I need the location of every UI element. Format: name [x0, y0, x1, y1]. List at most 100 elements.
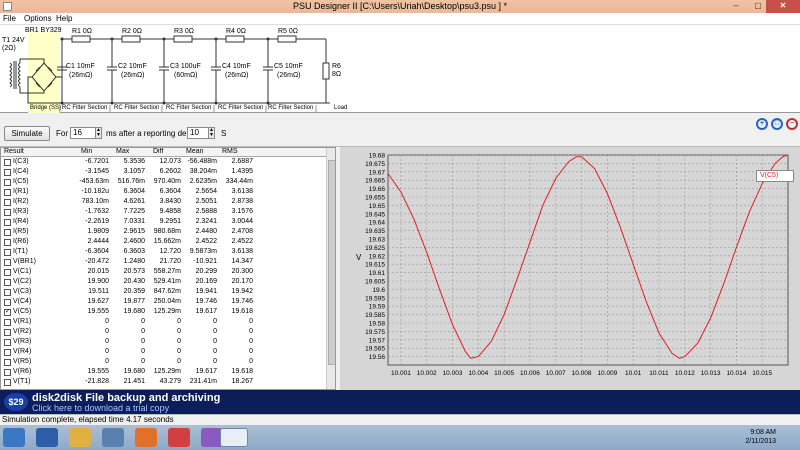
row-checkbox[interactable] — [4, 189, 11, 196]
transformer-label[interactable]: T1 24V — [2, 37, 25, 44]
results-table[interactable]: Result Min Max Diff Mean RMS I(C3) -6.720… — [0, 147, 336, 390]
row-checkbox[interactable] — [4, 159, 11, 166]
chrome-icon[interactable] — [168, 428, 190, 447]
chart-panel[interactable]: 19.68 19.675 19.67 19.665 19.66 19.655 19.65 19… — [340, 147, 800, 390]
row-checkbox[interactable] — [4, 369, 11, 376]
table-row[interactable]: V(R2) 0 0 0 0 0 — [1, 328, 326, 337]
zoom-fit-icon[interactable]: □ — [771, 118, 783, 130]
clock-date[interactable]: 2/11/2013 — [736, 438, 776, 445]
row-checkbox[interactable]: ✓ — [4, 309, 11, 316]
row-checkbox[interactable] — [4, 349, 11, 356]
zoom-out-icon[interactable]: − — [786, 118, 798, 130]
cap-c4-label[interactable]: C4 10mF — [222, 63, 251, 70]
table-row[interactable]: I(C3) -6.7201 5.3536 12.073 -56.488m 2.6887 — [1, 158, 326, 167]
table-row[interactable]: V(BR1) -20.472 1.2480 21.720 -10.921 14.347 — [1, 258, 326, 267]
x-tick-label: 10.009 — [597, 370, 617, 377]
table-row[interactable]: V(R1) 0 0 0 0 0 — [1, 318, 326, 327]
row-checkbox[interactable] — [4, 279, 11, 286]
row-checkbox[interactable] — [4, 319, 11, 326]
cap-c5-label[interactable]: C5 10mF — [274, 63, 303, 70]
row-checkbox[interactable] — [4, 289, 11, 296]
table-row[interactable]: V(C3) 19.511 20.359 847.62m 19.941 19.942 — [1, 288, 326, 297]
cap-c1-label[interactable]: C1 10mF — [66, 63, 95, 70]
row-checkbox[interactable] — [4, 249, 11, 256]
table-row[interactable]: V(C4) 19.627 19.877 250.04m 19.746 19.746 — [1, 298, 326, 307]
table-row[interactable]: V(R3) 0 0 0 0 0 — [1, 338, 326, 347]
duration-input[interactable]: 16 — [70, 127, 96, 139]
table-row[interactable]: I(C4) -3.1545 3.1057 6.2602 38.204m 1.4395 — [1, 168, 326, 177]
table-row[interactable]: I(R4) -2.2619 7.0331 9.2951 2.3241 3.0044 — [1, 218, 326, 227]
resistor-r3-label[interactable]: R3 0Ω — [174, 28, 194, 35]
row-checkbox[interactable] — [4, 229, 11, 236]
resistor-r4-label[interactable]: R4 0Ω — [226, 28, 246, 35]
row-checkbox[interactable] — [4, 339, 11, 346]
start-icon[interactable] — [3, 428, 25, 447]
header-mean[interactable]: Mean — [186, 148, 204, 155]
row-checkbox[interactable] — [4, 359, 11, 366]
header-max[interactable]: Max — [116, 148, 129, 155]
menu-options[interactable]: Options — [24, 14, 52, 23]
header-rms[interactable]: RMS — [222, 148, 238, 155]
table-row[interactable]: V(C1) 20.015 20.573 558.27m 20.299 20.300 — [1, 268, 326, 277]
table-row[interactable]: I(R1) -10.182u 6.3604 6.3604 2.5654 3.6138 — [1, 188, 326, 197]
resistor-r1-label[interactable]: R1 0Ω — [72, 28, 92, 35]
row-checkbox[interactable] — [4, 179, 11, 186]
simulate-button[interactable]: Simulate — [4, 126, 50, 141]
row-checkbox[interactable] — [4, 199, 11, 206]
delay-input[interactable]: 10 — [187, 127, 209, 139]
row-checkbox[interactable] — [4, 169, 11, 176]
table-row[interactable]: I(C5) -453.63m 516.76m 970.40m 2.6235m 334.44… — [1, 178, 326, 187]
table-row[interactable]: I(R3) -1.7632 7.7225 9.4858 2.5888 3.1576 — [1, 208, 326, 217]
resistor-r5-label[interactable]: R5 0Ω — [278, 28, 298, 35]
ie-icon[interactable] — [36, 428, 58, 447]
minimize-button[interactable]: – — [726, 0, 746, 13]
chart-legend[interactable]: V(C5) — [756, 170, 794, 182]
table-row[interactable]: I(R2) 783.10m 4.6261 3.8430 2.5051 2.8738 — [1, 198, 326, 207]
y-tick-label: 19.68 — [369, 153, 386, 160]
load-label[interactable]: R6 — [332, 63, 341, 70]
menu-help[interactable]: Help — [56, 14, 72, 23]
table-row[interactable]: ✓ V(C5) 19.555 19.680 125.29m 19.617 19.618 — [1, 308, 326, 317]
header-result[interactable]: Result — [4, 148, 24, 155]
cap-c2-label[interactable]: C2 10mF — [118, 63, 147, 70]
voltage-chart[interactable]: 19.6819.67519.6719.66519.6619.65519.6519… — [340, 147, 800, 390]
psu-designer-icon[interactable] — [220, 428, 248, 447]
delay-spinner[interactable]: ▲ ▼ — [208, 127, 215, 139]
clock-time[interactable]: 9:08 AM — [740, 429, 776, 436]
table-row[interactable]: I(T1) -6.3604 6.3603 12.720 9.5873m 3.6138 — [1, 248, 326, 257]
firefox-icon[interactable] — [135, 428, 157, 447]
banner-download-link[interactable]: Click here to download a trial copy — [32, 403, 169, 413]
menu-file[interactable]: File — [3, 14, 16, 23]
table-scrollbar[interactable] — [326, 148, 335, 389]
bridge-label[interactable]: BR1 BY329 — [25, 27, 62, 34]
table-row[interactable]: V(R4) 0 0 0 0 0 — [1, 348, 326, 357]
duration-spinner[interactable]: ▲ ▼ — [95, 127, 102, 139]
zoom-in-icon[interactable]: + — [756, 118, 768, 130]
table-row[interactable]: V(C2) 19.900 20.430 529.41m 20.169 20.170 — [1, 278, 326, 287]
header-min[interactable]: Min — [81, 148, 92, 155]
table-row[interactable]: I(R6) 2.4444 2.4600 15.662m 2.4522 2.4522 — [1, 238, 326, 247]
row-checkbox[interactable] — [4, 259, 11, 266]
schematic-panel[interactable]: T1 24V (2Ω) BR1 BY329 R1 0Ω R2 0Ω R3 0Ω … — [0, 25, 800, 113]
resistor-r2-label[interactable]: R2 0Ω — [122, 28, 142, 35]
table-row[interactable]: V(R5) 0 0 0 0 0 — [1, 358, 326, 367]
explorer-icon[interactable] — [69, 428, 91, 447]
scrollbar-thumb[interactable] — [328, 160, 335, 365]
row-checkbox[interactable] — [4, 329, 11, 336]
ad-banner[interactable]: $29 disk2disk File backup and archiving … — [0, 390, 800, 414]
maximize-button[interactable]: ▢ — [748, 0, 768, 13]
cap-c3-label[interactable]: C3 100uF — [170, 63, 201, 70]
row-checkbox[interactable] — [4, 269, 11, 276]
row-checkbox[interactable] — [4, 219, 11, 226]
row-checkbox[interactable] — [4, 239, 11, 246]
table-row[interactable]: V(R6) 19.555 19.680 125.29m 19.617 19.618 — [1, 368, 326, 377]
table-row[interactable]: V(T1) -21.828 21.451 43.279 231.41m 18.267 — [1, 378, 326, 387]
y-tick-label: 19.605 — [365, 279, 385, 286]
row-checkbox[interactable] — [4, 209, 11, 216]
header-diff[interactable]: Diff — [153, 148, 163, 155]
thunderbird-icon[interactable] — [102, 428, 124, 447]
close-button[interactable]: ✕ — [766, 0, 800, 13]
table-row[interactable]: I(R5) 1.9809 2.9615 980.68m 2.4480 2.4708 — [1, 228, 326, 237]
row-checkbox[interactable] — [4, 299, 11, 306]
row-checkbox[interactable] — [4, 379, 11, 386]
